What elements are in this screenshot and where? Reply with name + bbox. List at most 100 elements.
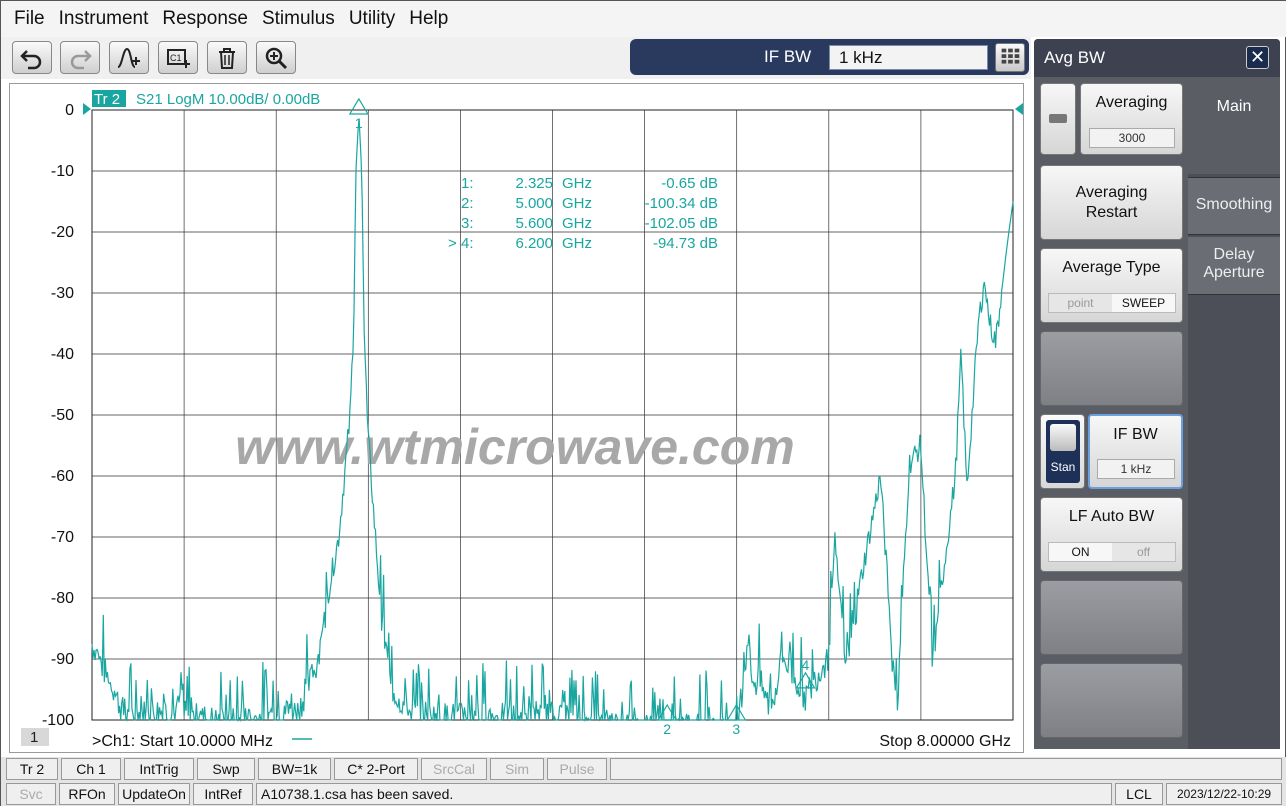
status-int-ref[interactable]: IntRef — [193, 783, 253, 805]
trace-plot[interactable]: 0 -10 -20 -30 -40 -50 -60 -70 -80 -90 -100 www.wtm… — [10, 84, 1023, 752]
marker-value: -102.05 dB — [645, 215, 718, 232]
menu-stimulus[interactable]: Stimulus — [255, 1, 342, 37]
close-button[interactable]: ✕ — [1246, 46, 1269, 69]
menu-help[interactable]: Help — [402, 1, 455, 37]
zoom-button[interactable] — [256, 41, 296, 74]
marker-unit: GHz — [562, 215, 592, 232]
ref-level-arrow-left — [83, 103, 91, 115]
marker-id: 4: — [461, 235, 474, 252]
menu-instrument[interactable]: Instrument — [52, 1, 156, 37]
trace-header: S21 LogM 10.00dB/ 0.00dB — [136, 91, 320, 108]
marker-label: 4 — [802, 657, 810, 673]
y-axis-ticks: 0 -10 -20 -30 -40 -50 -60 -70 -80 -90 -100 — [42, 102, 74, 729]
if-bw-value: 1 kHz — [1097, 459, 1175, 479]
lf-auto-bw-label: LF Auto BW — [1068, 508, 1155, 525]
softkey-panel: Avg BW ✕ Averaging 3000 Averaging Restar… — [1034, 39, 1280, 749]
status-calibration[interactable]: C* 2-Port — [334, 758, 418, 780]
y-tick-label: -20 — [51, 224, 74, 241]
y-tick-label: -80 — [51, 590, 74, 607]
average-type-label: Average Type — [1062, 259, 1161, 276]
status-update-on[interactable]: UpdateOn — [118, 783, 190, 805]
average-type-button[interactable]: Average Type point SWEEP — [1040, 248, 1183, 323]
lf-auto-bw-toggle[interactable]: ON off — [1048, 542, 1176, 562]
y-tick-label: -10 — [51, 163, 74, 180]
averaging-toggle-button[interactable] — [1040, 83, 1076, 155]
lf-auto-bw-on[interactable]: ON — [1049, 543, 1112, 561]
softkeys: Averaging 3000 Averaging Restart Average… — [1034, 77, 1188, 749]
status-rf-on[interactable]: RFOn — [59, 783, 115, 805]
averaging-label: Averaging — [1095, 94, 1168, 111]
active-entry-bar: IF BW 1 kHz — [630, 39, 1029, 75]
y-tick-label: 0 — [65, 102, 74, 119]
marker-id: 1: — [461, 175, 474, 192]
marker-frequency: 5.600 — [515, 215, 553, 232]
status-bar-instrument: Svc RFOn UpdateOn IntRef A10738.1.csa ha… — [1, 781, 1286, 806]
if-bw-label: IF BW — [1113, 426, 1158, 443]
status-trace[interactable]: Tr 2 — [6, 758, 58, 780]
vna-application-window: File Instrument Response Stimulus Utilit… — [0, 0, 1286, 806]
tab-delay-aperture[interactable]: Delay Aperture — [1188, 237, 1280, 295]
status-srccal[interactable]: SrcCal — [421, 758, 487, 780]
menu-bar: File Instrument Response Stimulus Utilit… — [1, 1, 1286, 37]
marker-frequency: 2.325 — [515, 175, 553, 192]
status-sim[interactable]: Sim — [490, 758, 544, 780]
average-type-sweep[interactable]: SWEEP — [1112, 294, 1175, 312]
status-pulse[interactable]: Pulse — [547, 758, 607, 780]
measurement-display[interactable]: 0 -10 -20 -30 -40 -50 -60 -70 -80 -90 -100 www.wtm… — [9, 83, 1024, 753]
tab-delay-aperture-label: Delay Aperture — [1203, 246, 1265, 281]
add-channel-button[interactable]: C1 — [158, 41, 198, 74]
stan-button[interactable]: Stan — [1040, 414, 1085, 489]
status-message: A10738.1.csa has been saved. — [256, 783, 1112, 805]
menu-utility[interactable]: Utility — [342, 1, 402, 37]
marker-readout-table: 1: 2.325 GHz -0.65 dB 2: 5.000 GHz -100.34 dB 3:… — [448, 175, 718, 252]
toggle-indicator-icon — [1049, 114, 1067, 123]
stop-frequency-label[interactable]: Stop 8.00000 GHz — [879, 733, 1011, 750]
add-trace-button[interactable] — [109, 41, 149, 74]
marker-id: 3: — [461, 215, 474, 232]
status-bar-channel: Tr 2 Ch 1 IntTrig Swp BW=1k C* 2-Port Sr… — [1, 757, 1286, 781]
status-sweep[interactable]: Swp — [197, 758, 255, 780]
status-lcl[interactable]: LCL — [1115, 783, 1163, 805]
averaging-value: 3000 — [1089, 128, 1175, 148]
average-type-point[interactable]: point — [1049, 294, 1112, 312]
marker-unit: GHz — [562, 175, 592, 192]
status-bandwidth[interactable]: BW=1k — [258, 758, 331, 780]
redo-button[interactable] — [60, 41, 100, 74]
lf-auto-bw-button[interactable]: LF Auto BW ON off — [1040, 497, 1183, 572]
status-trigger[interactable]: IntTrig — [124, 758, 194, 780]
keypad-icon — [1001, 48, 1020, 64]
svg-text:C1: C1 — [170, 53, 182, 63]
marker-unit: GHz — [562, 195, 592, 212]
empty-softkey — [1040, 580, 1183, 655]
marker-value: -94.73 dB — [653, 235, 718, 252]
marker-label: 1 — [355, 115, 363, 131]
averaging-restart-button[interactable]: Averaging Restart — [1040, 165, 1183, 240]
status-datetime: 2023/12/22-10:29 — [1166, 783, 1282, 805]
zoom-icon — [265, 47, 288, 69]
tab-smoothing[interactable]: Smoothing — [1188, 177, 1280, 235]
menu-response[interactable]: Response — [155, 1, 255, 37]
tab-main[interactable]: Main — [1188, 77, 1280, 174]
keypad-button[interactable] — [995, 43, 1025, 72]
trace-tag[interactable]: Tr 2 — [94, 91, 120, 108]
stan-switch: Stan — [1046, 420, 1080, 483]
panel-title: Avg BW — [1044, 48, 1106, 67]
if-bw-button[interactable]: IF BW 1 kHz — [1088, 414, 1183, 489]
lf-auto-bw-off[interactable]: off — [1112, 543, 1175, 561]
delete-button[interactable] — [207, 41, 247, 74]
status-channel[interactable]: Ch 1 — [61, 758, 121, 780]
empty-softkey — [1040, 331, 1183, 406]
status-svc[interactable]: Svc — [6, 783, 56, 805]
start-frequency-label[interactable]: >Ch1: Start 10.0000 MHz — [92, 733, 273, 750]
undo-button[interactable] — [12, 41, 52, 74]
entry-value-field[interactable]: 1 kHz — [829, 45, 988, 70]
y-tick-label: -30 — [51, 285, 74, 302]
add-trace-icon — [117, 47, 140, 68]
marker-label: 3 — [732, 721, 740, 737]
y-tick-label: -90 — [51, 651, 74, 668]
marker-triangle[interactable] — [348, 97, 369, 115]
panel-header: Avg BW ✕ — [1034, 39, 1280, 77]
menu-file[interactable]: File — [7, 1, 52, 37]
averaging-button[interactable]: Averaging 3000 — [1080, 83, 1183, 155]
average-type-toggle[interactable]: point SWEEP — [1048, 293, 1176, 313]
